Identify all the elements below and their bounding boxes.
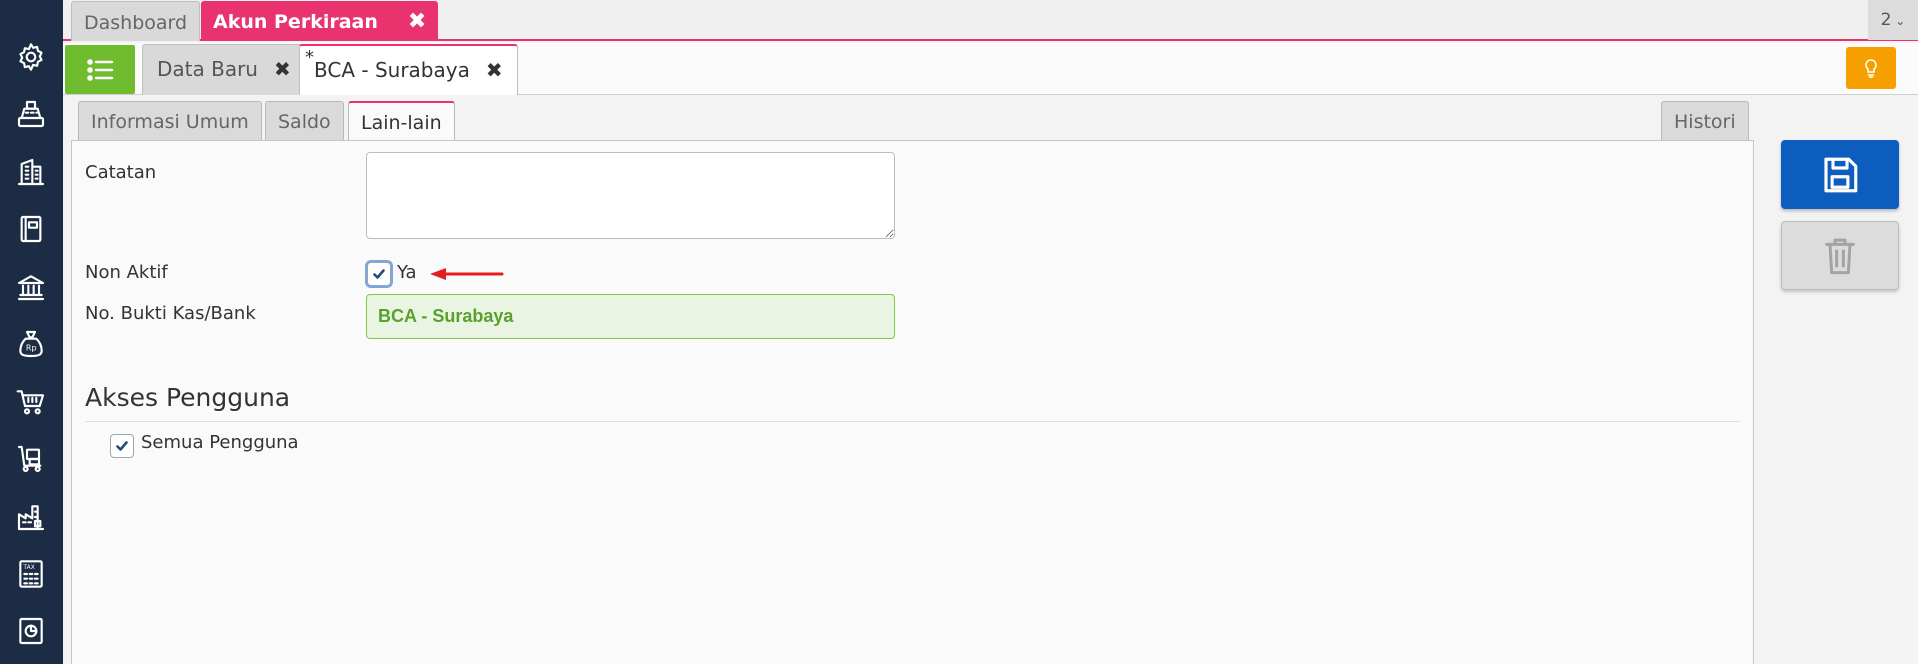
catatan-label: Catatan — [85, 162, 157, 183]
tab-label: Akun Perkiraan — [213, 11, 378, 33]
tab-label: Histori — [1674, 111, 1736, 133]
chevron-down-icon: ⌄ — [1891, 14, 1906, 28]
catatan-textarea[interactable] — [366, 152, 895, 239]
list-menu-button[interactable] — [65, 45, 135, 94]
tab-dashboard[interactable]: Dashboard — [71, 1, 201, 41]
modified-indicator: * — [305, 47, 314, 68]
top-tab-bar: Dashboard Akun Perkiraan ✖ 2 ⌄ — [63, 0, 1918, 41]
delete-button[interactable] — [1781, 221, 1899, 290]
non-aktif-label: Non Aktif — [85, 262, 168, 283]
akses-section-title: Akses Pengguna — [85, 383, 291, 412]
form-panel — [71, 140, 1754, 664]
tab-informasi-umum[interactable]: Informasi Umum — [78, 101, 262, 141]
list-icon — [87, 58, 114, 81]
svg-text:TAX: TAX — [22, 564, 34, 571]
close-icon[interactable]: ✖ — [408, 9, 426, 34]
close-icon[interactable]: ✖ — [486, 58, 503, 82]
tab-bca-surabaya[interactable]: * BCA - Surabaya ✖ — [299, 44, 518, 95]
page-count-dropdown[interactable]: 2 ⌄ — [1868, 0, 1918, 40]
tab-lain-lain[interactable]: Lain-lain — [348, 101, 455, 142]
gear-icon[interactable] — [14, 40, 48, 74]
document-tab-bar: Data Baru ✖ * BCA - Surabaya ✖ — [63, 43, 1918, 95]
tab-label: Informasi Umum — [91, 111, 249, 133]
tab-saldo[interactable]: Saldo — [265, 101, 344, 141]
building-icon[interactable] — [14, 155, 48, 189]
red-arrow-annotation — [430, 268, 504, 280]
floppy-disk-icon — [1824, 157, 1858, 192]
report-icon[interactable] — [14, 614, 48, 648]
tab-histori[interactable]: Histori — [1661, 101, 1749, 141]
tab-label: Saldo — [278, 111, 331, 133]
hint-button[interactable] — [1846, 47, 1896, 89]
factory-icon[interactable] — [14, 500, 48, 534]
close-icon[interactable]: ✖ — [274, 57, 291, 81]
checkmark-icon — [373, 269, 385, 279]
bukti-label: No. Bukti Kas/Bank — [85, 303, 256, 324]
semua-pengguna-label: Semua Pengguna — [141, 432, 299, 453]
non-aktif-option-label: Ya — [397, 262, 417, 283]
tab-akun-perkiraan[interactable]: Akun Perkiraan ✖ — [201, 1, 439, 41]
tab-label: BCA - Surabaya — [314, 58, 470, 82]
tax-icon[interactable]: TAX — [14, 557, 48, 591]
non-aktif-checkbox[interactable] — [367, 262, 391, 286]
checkmark-icon — [116, 441, 128, 451]
tab-label: Data Baru — [157, 57, 258, 81]
cart-icon[interactable] — [14, 385, 48, 419]
svg-text:Rp: Rp — [26, 344, 37, 353]
trash-icon — [1825, 238, 1855, 274]
bukti-readonly-field: BCA - Surabaya — [366, 294, 895, 339]
semua-pengguna-checkbox[interactable] — [110, 434, 134, 458]
delivery-icon[interactable] — [14, 442, 48, 476]
section-divider — [85, 421, 1740, 422]
tab-label: Lain-lain — [361, 112, 442, 134]
sidebar: Rp TAX — [0, 0, 63, 664]
tab-label: Dashboard — [84, 12, 188, 34]
cash-register-icon[interactable] — [14, 97, 48, 131]
lightbulb-icon — [1865, 59, 1877, 78]
money-bag-icon[interactable]: Rp — [14, 327, 48, 361]
save-button[interactable] — [1781, 140, 1899, 209]
tab-data-baru[interactable]: Data Baru ✖ — [142, 44, 306, 95]
book-icon[interactable] — [14, 212, 48, 246]
bank-icon[interactable] — [14, 270, 48, 304]
page-count-value: 2 — [1880, 10, 1892, 30]
